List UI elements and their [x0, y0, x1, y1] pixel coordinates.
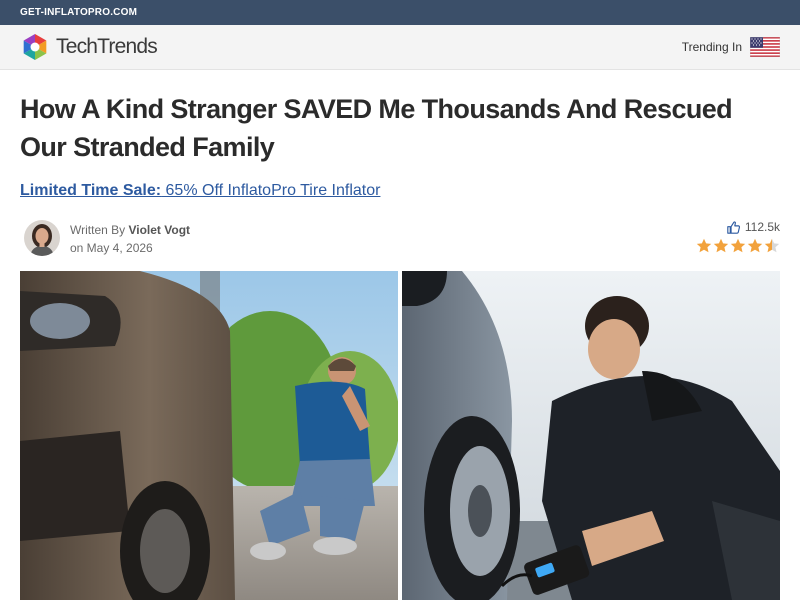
promo-line: Limited Time Sale: 65% Off InflatoPro Ti…	[20, 182, 780, 200]
brand-link[interactable]: TechTrends	[20, 32, 158, 62]
star-icon	[730, 238, 746, 253]
star-icon	[696, 238, 712, 253]
top-bar: GET-INFLATOPRO.COM	[0, 0, 800, 25]
byline-author-line: Written By Violet Vogt	[70, 221, 190, 239]
byline: Written By Violet Vogt on May 4, 2026	[70, 221, 190, 257]
inflating-tire-photo	[402, 271, 780, 600]
promo-link[interactable]: Limited Time Sale: 65% Off InflatoPro Ti…	[20, 182, 380, 199]
promo-text: 65% Off InflatoPro Tire Inflator	[161, 182, 381, 199]
thumbs-up-icon[interactable]	[727, 220, 740, 234]
publish-date: on May 4, 2026	[70, 241, 153, 255]
site-header: TechTrends Trending In	[0, 25, 800, 70]
star-icon	[713, 238, 729, 253]
article-stats: 112.5k	[696, 219, 780, 254]
likes-row: 112.5k	[696, 219, 780, 235]
star-rating	[696, 238, 780, 254]
stranded-driver-photo	[20, 271, 398, 600]
domain-link[interactable]: GET-INFLATOPRO.COM	[20, 7, 137, 18]
article-headline: How A Kind Stranger SAVED Me Thousands A…	[20, 94, 733, 162]
trending-label: Trending In	[681, 40, 742, 54]
trending-region: Trending In	[682, 37, 780, 57]
author-name: Violet Vogt	[128, 223, 191, 237]
star-icon	[764, 238, 780, 253]
written-by-label: Written By	[70, 223, 129, 237]
likes-count: 112.5k	[744, 220, 780, 234]
brand-name: TechTrends	[56, 35, 158, 58]
star-icon	[747, 238, 763, 253]
logo-icon	[23, 34, 47, 60]
us-flag-icon	[750, 37, 780, 57]
promo-bold-text: Limited Time Sale:	[20, 182, 162, 199]
author-avatar	[24, 220, 60, 256]
